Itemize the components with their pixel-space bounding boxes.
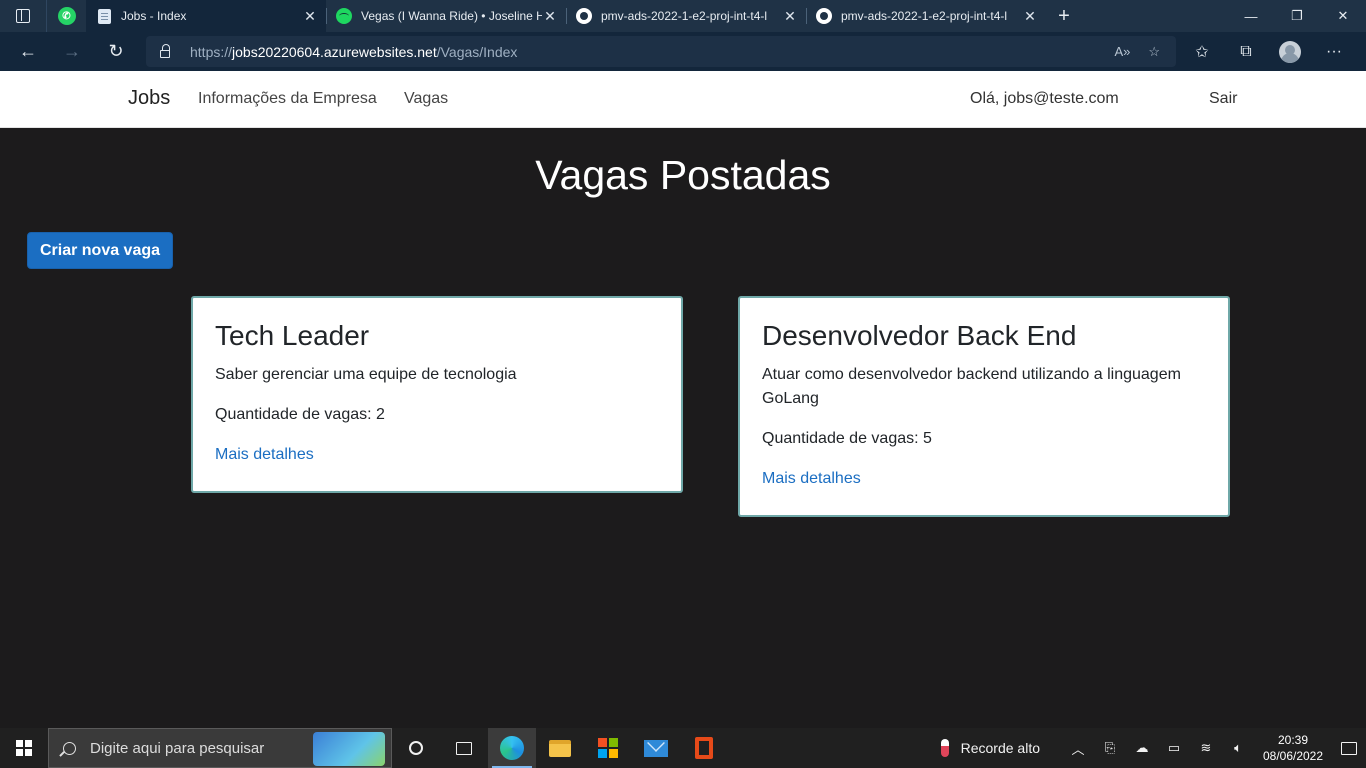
page-title: Vagas Postadas xyxy=(535,152,831,198)
wifi-icon[interactable]: ≋ xyxy=(1190,728,1222,768)
office-icon xyxy=(695,737,713,759)
taskbar-search-box[interactable]: Digite aqui para pesquisar xyxy=(48,728,392,768)
windows-taskbar: Digite aqui para pesquisar Recorde alto … xyxy=(0,728,1366,768)
site-navbar: Jobs Informações da Empresa Vagas Olá, j… xyxy=(0,71,1366,128)
tab-title: Jobs - Index xyxy=(121,9,187,23)
job-description: Atuar como desenvolvedor backend utiliza… xyxy=(762,366,1181,407)
read-aloud-icon[interactable]: A» xyxy=(1114,44,1130,60)
job-details-link[interactable]: Mais detalhes xyxy=(215,443,659,467)
address-toolbar: ← → ↻ https://jobs20220604.azurewebsites… xyxy=(0,32,1366,71)
tab-title: Vegas (I Wanna Ride) • Joseline H xyxy=(361,9,542,23)
favorites-icon[interactable]: ✩ xyxy=(1180,32,1224,71)
cortana-button[interactable] xyxy=(392,728,440,768)
tab-jobs-index[interactable]: Jobs - Index ✕ xyxy=(86,0,326,32)
meet-now-icon[interactable]: ⎘ xyxy=(1094,728,1126,768)
collections-icon[interactable]: ⧉ xyxy=(1224,32,1268,71)
user-greeting[interactable]: Olá, jobs@teste.com xyxy=(970,90,1119,108)
weather-text: Recorde alto xyxy=(960,740,1040,756)
job-quantity: Quantidade de vagas: 2 xyxy=(215,406,385,423)
taskbar-file-explorer[interactable] xyxy=(536,728,584,768)
tab-title: pmv-ads-2022-1-e2-proj-int-t4-l xyxy=(601,9,768,23)
more-menu-icon[interactable]: ··· xyxy=(1312,32,1356,71)
restore-button[interactable]: ❐ xyxy=(1274,0,1320,32)
search-highlight-image xyxy=(313,732,385,766)
nav-link-company-info[interactable]: Informações da Empresa xyxy=(198,90,377,108)
job-title: Tech Leader xyxy=(215,320,370,351)
add-favorite-icon[interactable]: ☆ xyxy=(1148,44,1160,60)
document-icon xyxy=(96,8,112,24)
tab-github-1[interactable]: pmv-ads-2022-1-e2-proj-int-t4-l ✕ xyxy=(566,0,806,32)
tab-actions-icon xyxy=(16,9,30,23)
tab-github-2[interactable]: pmv-ads-2022-1-e2-proj-int-t4-l ✕ xyxy=(806,0,1046,32)
browser-tab-strip: ✆ Jobs - Index ✕ Vegas (I Wanna Ride) • … xyxy=(0,0,1366,32)
task-view-icon xyxy=(456,741,472,755)
clock-time: 20:39 xyxy=(1277,733,1309,747)
url-host: jobs20220604.azurewebsites.net xyxy=(232,43,437,60)
logout-link[interactable]: Sair xyxy=(1209,90,1237,108)
nav-link-vagas[interactable]: Vagas xyxy=(404,90,448,108)
browser-tools: ✩ ⧉ ··· xyxy=(1180,32,1356,71)
tab-actions-button[interactable] xyxy=(0,0,46,32)
close-icon[interactable]: ✕ xyxy=(1022,8,1038,25)
task-view-button[interactable] xyxy=(440,728,488,768)
notifications-button[interactable] xyxy=(1332,728,1366,768)
job-quantity: Quantidade de vagas: 5 xyxy=(762,430,932,447)
close-icon[interactable]: ✕ xyxy=(782,8,798,25)
taskbar-office[interactable] xyxy=(680,728,728,768)
pinned-tab-whatsapp[interactable]: ✆ xyxy=(46,0,86,32)
search-icon xyxy=(63,741,76,755)
whatsapp-icon: ✆ xyxy=(57,7,76,25)
notification-icon xyxy=(1341,741,1357,755)
close-icon[interactable]: ✕ xyxy=(302,8,318,25)
job-title: Desenvolvedor Back End xyxy=(762,320,1077,351)
forward-button[interactable]: → xyxy=(50,32,94,71)
clock-date: 08/06/2022 xyxy=(1262,749,1324,763)
windows-logo-icon xyxy=(16,740,32,756)
taskbar-clock[interactable]: 20:39 08/06/2022 xyxy=(1254,732,1332,764)
tab-spotify[interactable]: Vegas (I Wanna Ride) • Joseline H ✕ xyxy=(326,0,566,32)
brand-link[interactable]: Jobs xyxy=(128,87,170,110)
spotify-icon xyxy=(336,8,352,24)
window-controls: — ❐ ✕ xyxy=(1228,0,1366,32)
weather-widget[interactable]: Recorde alto xyxy=(940,739,1040,757)
store-icon xyxy=(598,738,618,758)
url-path: /Vagas/Index xyxy=(436,43,518,60)
address-field[interactable]: https://jobs20220604.azurewebsites.net/V… xyxy=(146,36,1176,67)
taskbar-store[interactable] xyxy=(584,728,632,768)
close-icon[interactable]: ✕ xyxy=(542,8,558,25)
job-card: Tech Leader Saber gerenciar uma equipe d… xyxy=(191,296,683,493)
taskbar-mail[interactable] xyxy=(632,728,680,768)
system-tray: Recorde alto ︿ ⎘ ☁ ▭ ≋ 🔈︎ 20:39 08/06/20… xyxy=(940,728,1366,768)
taskbar-edge[interactable] xyxy=(488,728,536,768)
refresh-button[interactable]: ↻ xyxy=(94,32,138,71)
create-job-button[interactable]: Criar nova vaga xyxy=(27,232,173,269)
folder-icon xyxy=(549,739,571,757)
thermometer-icon xyxy=(940,739,949,757)
mail-icon xyxy=(644,739,668,757)
battery-icon[interactable]: ▭ xyxy=(1158,728,1190,768)
new-tab-button[interactable]: + xyxy=(1046,0,1082,32)
back-button[interactable]: ← xyxy=(6,32,50,71)
job-description: Saber gerenciar uma equipe de tecnologia xyxy=(215,366,517,383)
show-hidden-icons-button[interactable]: ︿ xyxy=(1062,728,1094,768)
volume-icon[interactable]: 🔈︎ xyxy=(1222,728,1254,768)
close-window-button[interactable]: ✕ xyxy=(1320,0,1366,32)
start-button[interactable] xyxy=(0,728,48,768)
tab-title: pmv-ads-2022-1-e2-proj-int-t4-l xyxy=(841,9,1008,23)
cortana-icon xyxy=(409,741,423,755)
url-scheme: https:// xyxy=(190,43,233,60)
job-details-link[interactable]: Mais detalhes xyxy=(762,467,1206,491)
edge-icon xyxy=(500,736,524,760)
profile-avatar[interactable] xyxy=(1279,40,1301,63)
minimize-button[interactable]: — xyxy=(1228,0,1274,32)
lock-icon[interactable] xyxy=(160,43,170,58)
onedrive-icon[interactable]: ☁ xyxy=(1126,728,1158,768)
github-icon xyxy=(816,8,832,24)
search-placeholder: Digite aqui para pesquisar xyxy=(90,739,265,757)
job-card: Desenvolvedor Back End Atuar como desenv… xyxy=(738,296,1230,517)
github-icon xyxy=(576,8,592,24)
